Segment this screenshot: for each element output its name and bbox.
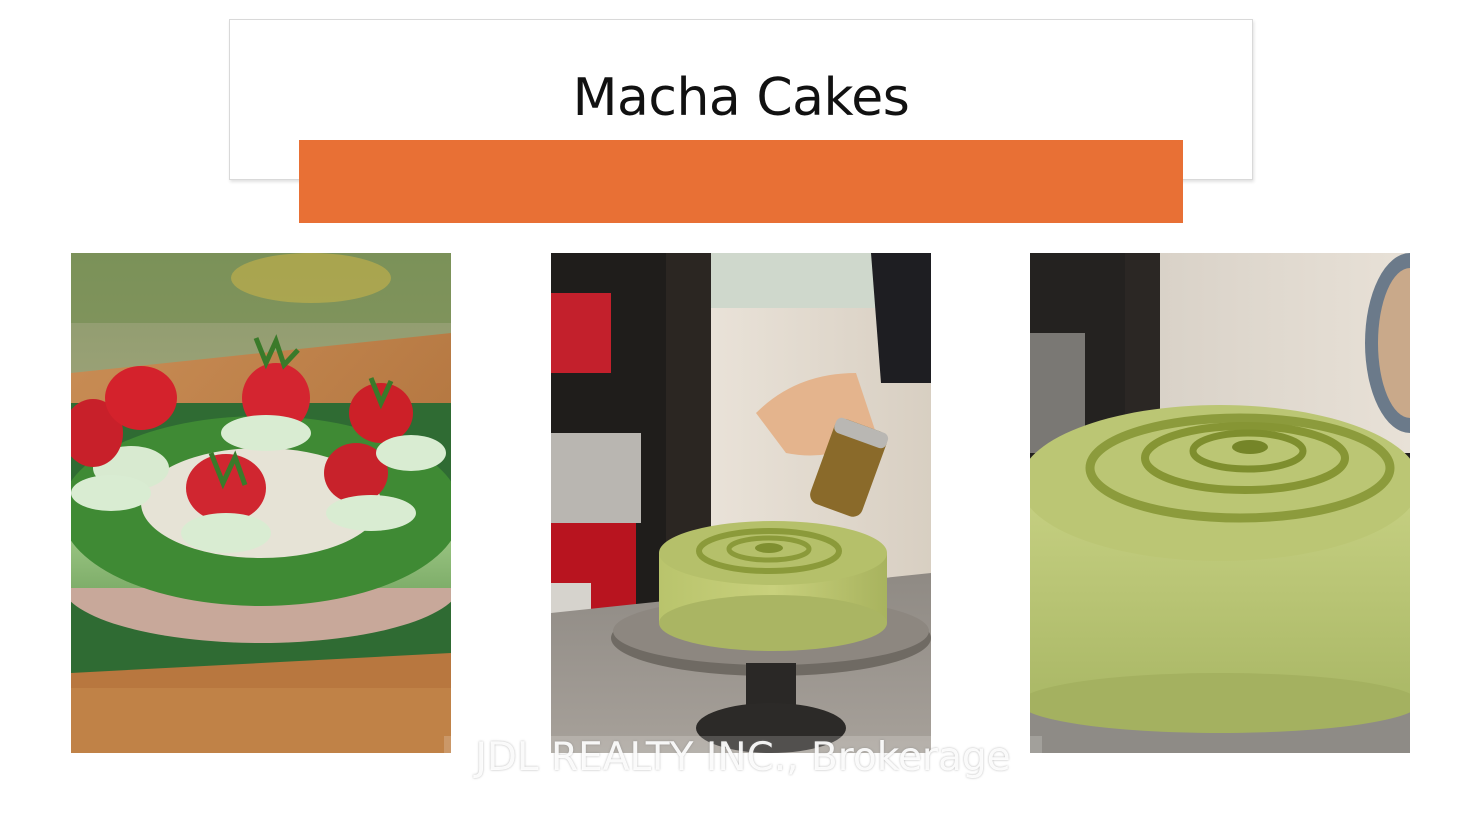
slide-title: Macha Cakes [572,68,910,128]
photo-dusting-matcha-cake-image [551,253,931,753]
photo-strawberry-matcha-cake [71,253,451,753]
photo-strawberry-matcha-cake-image [71,253,451,753]
photo-dusting-matcha-cake [551,253,931,753]
slide: Macha Cakes JDL REALTY INC., Brokerage [0,0,1484,830]
accent-bar [299,140,1183,223]
photo-matcha-cake-closeup [1030,253,1410,753]
photo-matcha-cake-closeup-image [1030,253,1410,753]
brokerage-watermark: JDL REALTY INC., Brokerage [444,736,1042,780]
